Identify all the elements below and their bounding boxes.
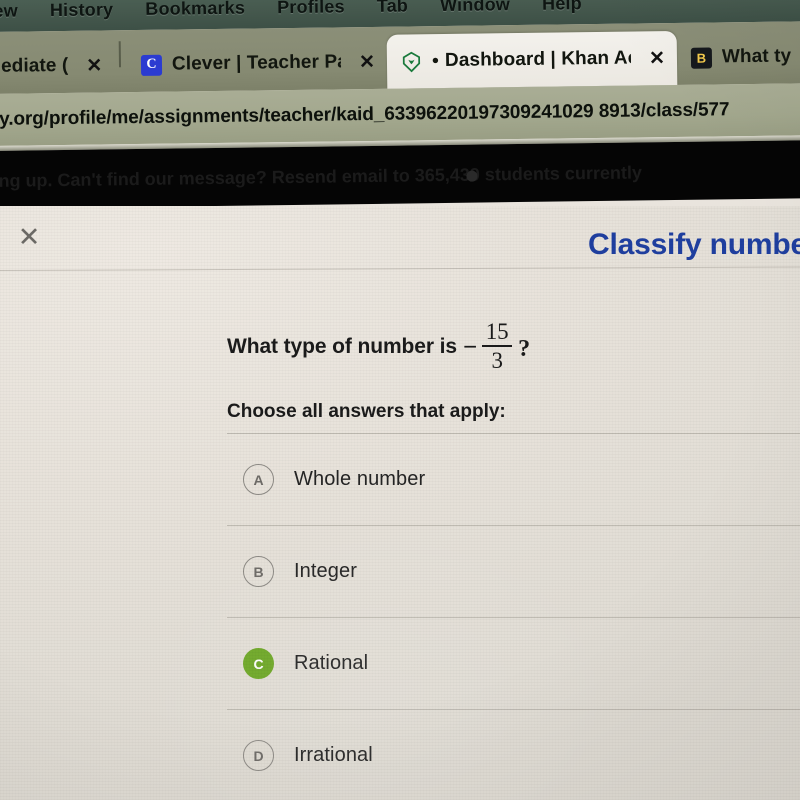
browser-tab-khan-dashboard[interactable]: • Dashboard | Khan Acad ✕	[386, 30, 678, 89]
browser-tab-strip: ediate ( ✕ C Clever | Teacher Page ✕ • D…	[0, 20, 800, 94]
choice-divider	[227, 525, 800, 526]
menu-item-bookmarks[interactable]: Bookmarks	[129, 0, 261, 20]
brainly-icon: B	[690, 47, 713, 69]
tab-separator	[118, 41, 122, 68]
choice-label-b: Integer	[294, 560, 357, 582]
menu-item-history[interactable]: History	[34, 0, 130, 21]
menu-item-tab[interactable]: Tab	[361, 0, 425, 17]
browser-tab-clever[interactable]: C Clever | Teacher Page ✕	[127, 35, 388, 92]
menu-item-profiles[interactable]: Profiles	[261, 0, 361, 18]
tab-close-icon[interactable]: ✕	[641, 47, 665, 70]
exercise-page: ✕ Classify numbe What type of number is …	[0, 206, 800, 800]
question-prompt: What type of number is − 15 3 ?	[227, 319, 531, 373]
browser-tab-intermediate[interactable]: ediate ( ✕	[0, 38, 115, 94]
tab-close-icon[interactable]: ✕	[351, 50, 375, 73]
minus-sign: −	[462, 334, 478, 361]
question-mark: ?	[518, 335, 531, 362]
tab-title: Clever | Teacher Page	[171, 51, 342, 75]
tab-title: What ty	[721, 45, 792, 68]
exercise-header: ✕ Classify numbe	[0, 206, 800, 268]
answer-choice-a[interactable]: A Whole number	[227, 434, 800, 525]
answer-choice-list: A Whole number B Integer C Rational D Ir…	[227, 433, 800, 800]
menu-item-help[interactable]: Help	[526, 0, 598, 14]
instruction-text: Choose all answers that apply:	[227, 401, 506, 422]
close-icon[interactable]: ✕	[14, 222, 44, 252]
answer-choice-c[interactable]: C Rational	[227, 618, 800, 709]
choice-bubble-c[interactable]: C	[243, 648, 274, 679]
khan-leaf-icon	[401, 51, 422, 72]
question-text: What type of number is	[227, 335, 457, 358]
choice-bubble-a[interactable]: A	[243, 464, 274, 495]
choice-label-d: Irrational	[294, 744, 373, 766]
menu-item-window[interactable]: Window	[424, 0, 526, 16]
answer-choice-b[interactable]: B Integer	[227, 526, 800, 617]
choice-bubble-d[interactable]: D	[243, 740, 274, 771]
fraction: 15 3	[482, 319, 513, 373]
menu-item-view[interactable]: iew	[0, 0, 34, 21]
choice-label-a: Whole number	[294, 468, 426, 490]
tab-title: Dashboard | Khan Acad	[444, 47, 632, 71]
choice-divider	[227, 617, 800, 618]
photographed-screen: iew History Bookmarks Profiles Tab Windo…	[0, 0, 800, 800]
choice-divider	[227, 433, 800, 434]
answer-choice-d[interactable]: D Irrational	[227, 710, 800, 800]
banner-bullet-icon	[466, 170, 478, 182]
browser-tab-brainly[interactable]: B What ty	[677, 29, 800, 85]
choice-bubble-b[interactable]: B	[243, 556, 274, 587]
fraction-numerator: 15	[485, 319, 509, 344]
address-bar-url: ny.org/profile/me/assignments/teacher/ka…	[0, 99, 730, 130]
clever-icon: C	[140, 54, 163, 76]
browser-chrome: iew History Bookmarks Profiles Tab Windo…	[0, 0, 800, 222]
tab-close-icon[interactable]: ✕	[78, 54, 102, 77]
tab-title: ediate (	[0, 54, 69, 77]
notification-banner[interactable]: ning up. Can't find our message? Resend …	[0, 139, 800, 209]
fraction-denominator: 3	[491, 348, 503, 373]
notification-banner-text: ning up. Can't find our message? Resend …	[0, 162, 643, 192]
choice-label-c: Rational	[294, 652, 369, 674]
page-title: Classify numbe	[588, 228, 800, 261]
choice-divider	[227, 709, 800, 710]
